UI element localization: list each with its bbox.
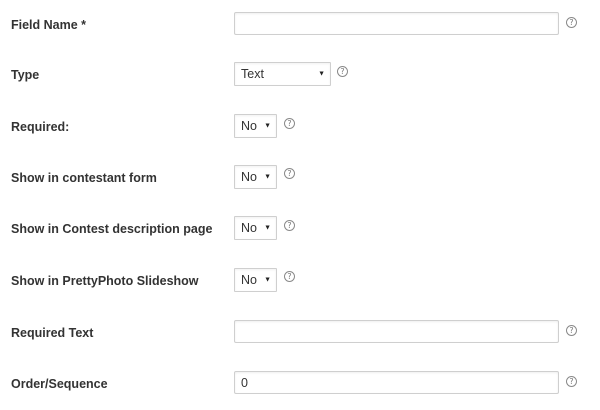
help-icon[interactable]: ?	[566, 17, 577, 28]
required-text-label: Required Text	[11, 326, 94, 340]
type-label: Type	[11, 68, 40, 82]
show-description-page-label: Show in Contest description page	[11, 222, 213, 236]
required-select-value: No	[241, 119, 257, 133]
required-row: Required: No ▼ ?	[0, 114, 600, 140]
show-contestant-form-row: Show in contestant form No ▼ ?	[0, 165, 600, 191]
triangle-down-icon: ▼	[264, 276, 271, 284]
help-icon[interactable]: ?	[284, 271, 295, 282]
required-select[interactable]: No ▼	[234, 114, 277, 138]
show-slideshow-select[interactable]: No ▼	[234, 268, 277, 292]
triangle-down-icon: ▼	[264, 122, 271, 130]
field-name-label: Field Name *	[11, 18, 87, 32]
type-select[interactable]: Text ▼	[234, 62, 331, 86]
triangle-down-icon: ▼	[264, 173, 271, 181]
show-description-page-select[interactable]: No ▼	[234, 216, 277, 240]
help-icon[interactable]: ?	[284, 220, 295, 231]
required-text-input[interactable]	[234, 320, 559, 343]
type-select-value: Text	[241, 67, 264, 81]
show-contestant-form-select-value: No	[241, 170, 257, 184]
show-description-page-select-value: No	[241, 221, 257, 235]
triangle-down-icon: ▼	[318, 70, 325, 78]
triangle-down-icon: ▼	[264, 224, 271, 232]
show-contestant-form-label: Show in contestant form	[11, 171, 157, 185]
help-icon[interactable]: ?	[566, 376, 577, 387]
show-contestant-form-select[interactable]: No ▼	[234, 165, 277, 189]
show-slideshow-label: Show in PrettyPhoto Slideshow	[11, 274, 199, 288]
order-sequence-input[interactable]	[234, 371, 559, 394]
order-sequence-label: Order/Sequence	[11, 377, 108, 391]
required-label: Required:	[11, 120, 70, 134]
required-text-row: Required Text ?	[0, 320, 600, 346]
help-icon[interactable]: ?	[566, 325, 577, 336]
show-slideshow-select-value: No	[241, 273, 257, 287]
help-icon[interactable]: ?	[284, 118, 295, 129]
type-row: Type Text ▼ ?	[0, 62, 600, 88]
field-name-input[interactable]	[234, 12, 559, 35]
show-slideshow-row: Show in PrettyPhoto Slideshow No ▼ ?	[0, 268, 600, 294]
help-icon[interactable]: ?	[337, 66, 348, 77]
show-description-page-row: Show in Contest description page No ▼ ?	[0, 216, 600, 242]
help-icon[interactable]: ?	[284, 168, 295, 179]
custom-field-form: Field Name * ? Type Text ▼ ? Required: N…	[0, 0, 600, 410]
order-sequence-row: Order/Sequence ?	[0, 371, 600, 397]
field-name-row: Field Name * ?	[0, 12, 600, 38]
